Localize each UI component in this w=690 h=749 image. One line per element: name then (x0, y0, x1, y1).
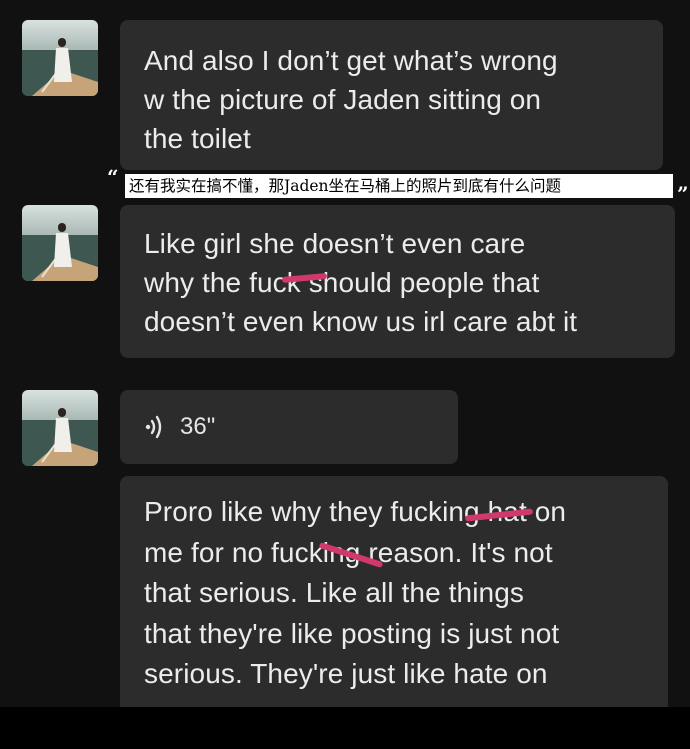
voice-message-bubble[interactable]: 36" (120, 390, 458, 464)
avatar-photo-icon (22, 205, 98, 281)
voice-duration: 36" (180, 413, 216, 440)
translation-caption: “ 还有我实在搞不懂，那Jaden坐在马桶上的照片到底有什么问题 ” (104, 165, 690, 206)
close-quote: ” (677, 182, 689, 206)
message-line: doesn’t even know us irl care abt it (144, 306, 578, 337)
message-line: that they're like posting is just not (144, 617, 560, 649)
open-quote: “ (107, 165, 119, 189)
message-line: And also I don’t get what’s wrong (144, 45, 558, 76)
message-line: Like girl she doesn’t even care (144, 228, 526, 259)
sender-avatar[interactable] (22, 20, 98, 96)
sender-avatar[interactable] (22, 205, 98, 281)
bottom-bar (0, 707, 690, 749)
avatar-photo-icon (22, 20, 98, 96)
message-line: Proro like why they fucking hat on (144, 496, 567, 527)
message-line: why the fuck should people that (144, 267, 540, 298)
avatar-photo-icon (22, 390, 98, 466)
message-line: w the picture of Jaden sitting on (144, 84, 542, 115)
message-line: serious. They're just like hate on (144, 658, 548, 689)
message-line: that serious. Like all the things (144, 577, 524, 608)
sender-avatar[interactable] (22, 390, 98, 466)
message-line: me for no fucking reason. It's not (144, 536, 553, 568)
voice-wave-icon (145, 415, 162, 439)
message-bubble[interactable]: Proro like why they fucking hat on me fo… (120, 476, 668, 716)
message-bubble[interactable]: And also I don’t get what’s wrong w the … (120, 20, 663, 170)
message-line: the toilet (144, 123, 251, 154)
translation-text: 还有我实在搞不懂，那Jaden坐在马桶上的照片到底有什么问题 (125, 174, 673, 198)
message-bubble[interactable]: Like girl she doesn’t even care why the … (120, 205, 675, 358)
